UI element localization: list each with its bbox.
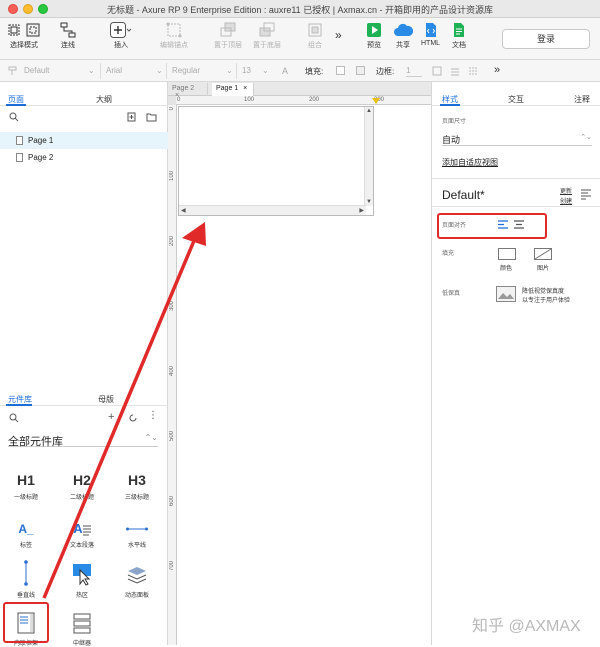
watermark: 知乎 @AXMAX: [472, 618, 581, 635]
annotation-arrow: [42, 222, 206, 599]
annotation-arrow-line: [42, 235, 198, 599]
